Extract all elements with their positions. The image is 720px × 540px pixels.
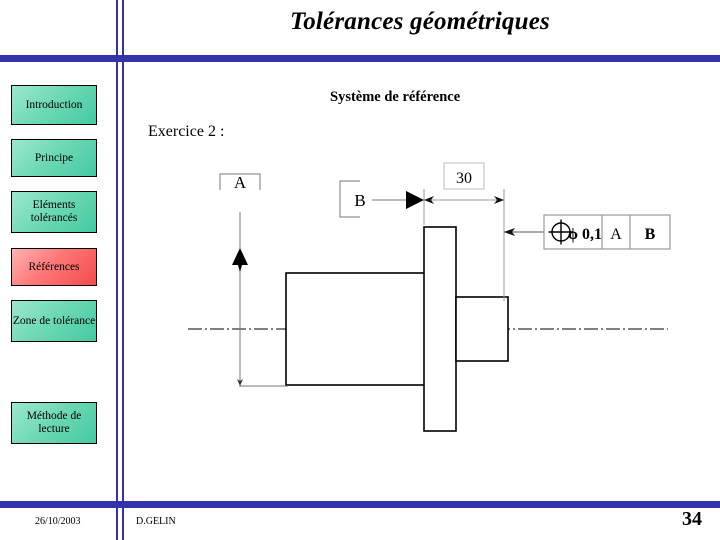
datum-b-label: B <box>354 191 365 210</box>
sidebar-item-principe[interactable]: Principe <box>11 139 97 177</box>
part-main-cylinder <box>285 272 432 386</box>
section-heading: Système de référence <box>330 89 461 105</box>
sidebar-item-label: Méthode de lecture <box>26 410 82 435</box>
sidebar-item-label: Principe <box>34 151 74 164</box>
sidebar-item-label: Introduction <box>25 98 83 111</box>
page-number: 34 <box>682 508 702 530</box>
footer-date: 26/10/2003 <box>35 516 81 527</box>
part-flange <box>423 226 457 432</box>
page-title: Tolérances géométriques <box>290 8 550 35</box>
dimension-30-value: 30 <box>456 170 472 187</box>
sidebar-item-elements-tolerances[interactable]: Eléments tolérancés <box>11 191 97 233</box>
fcf-datum-ref-a: A <box>610 226 622 243</box>
fcf-tolerance-value: ϕ 0,1 <box>568 226 602 243</box>
technical-drawing: A B 30 ϕ 0,1 A B <box>160 155 680 445</box>
sidebar-item-introduction[interactable]: Introduction <box>11 85 97 125</box>
sidebar-item-label: Références <box>28 260 80 273</box>
sidebar-item-methode-de-lecture[interactable]: Méthode de lecture <box>11 402 97 444</box>
sidebar-item-label: Eléments tolérancés <box>30 199 78 224</box>
datum-b-triangle-icon <box>406 191 424 209</box>
sidebar-divider-line-outer <box>116 0 118 540</box>
sidebar-item-references[interactable]: Références <box>11 248 97 286</box>
sidebar: Introduction Principe Eléments tolérancé… <box>0 0 116 540</box>
feature-control-frame: ϕ 0,1 A B <box>543 214 671 250</box>
sidebar-item-zone-de-tolerance[interactable]: Zone de tolérance <box>11 300 97 342</box>
sidebar-divider-line-inner <box>122 0 124 540</box>
datum-a-label: A <box>234 173 247 192</box>
fcf-datum-ref-b: B <box>645 226 656 243</box>
sidebar-item-label: Zone de tolérance <box>12 314 96 327</box>
datum-a-triangle-icon <box>232 248 248 265</box>
part-right-cylinder <box>455 296 509 362</box>
footer-author: D.GELIN <box>136 516 176 527</box>
datum-a-triangle-stem <box>238 265 242 272</box>
exercise-label: Exercice 2 : <box>148 123 225 140</box>
